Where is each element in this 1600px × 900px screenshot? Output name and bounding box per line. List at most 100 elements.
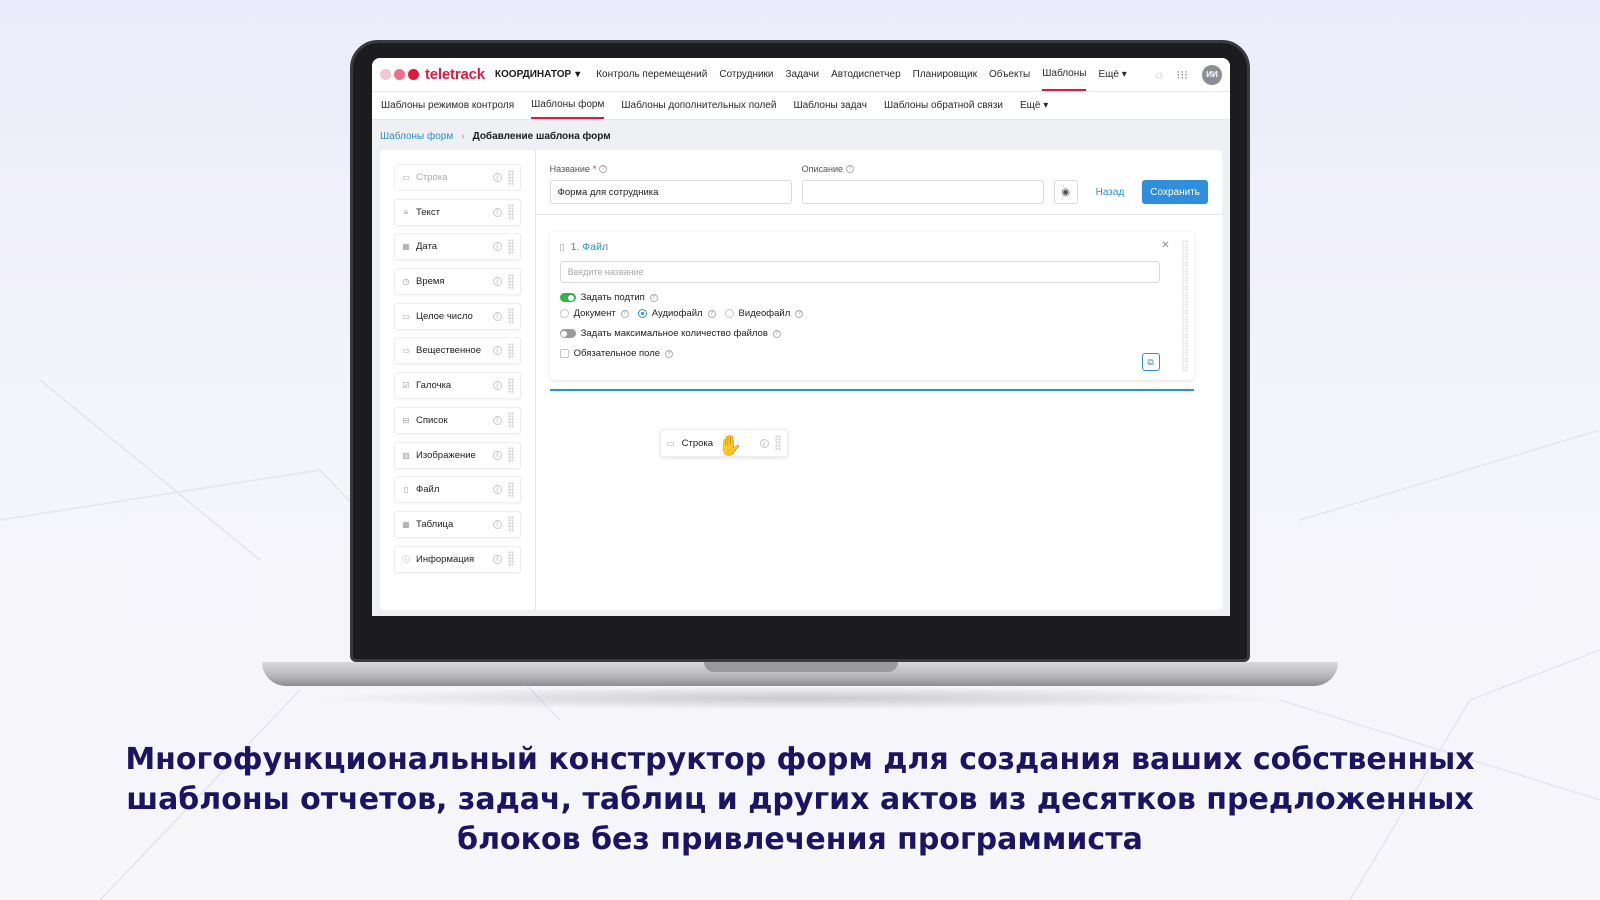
coordinator-dropdown[interactable]: КООРДИНАТОР ▾	[495, 69, 580, 80]
nav-item[interactable]: Планировщик	[913, 58, 977, 91]
decimal-icon: ▭	[402, 346, 410, 356]
nav-item[interactable]: Контроль перемещений	[596, 58, 707, 91]
text-icon: ≡	[403, 207, 409, 217]
drag-handle-icon[interactable]	[507, 308, 514, 325]
subtype-toggle[interactable]	[559, 293, 576, 302]
palette-item-file[interactable]: ▯ Файл i	[394, 476, 521, 504]
drop-indicator	[549, 389, 1194, 391]
breadcrumb: Шаблоны форм › Добавление шаблона форм	[372, 120, 1230, 153]
drag-handle-icon[interactable]	[507, 412, 514, 429]
palette-item-decimal[interactable]: ▭ Вещественное i	[394, 337, 521, 365]
drag-handle-icon[interactable]	[507, 204, 514, 221]
palette-item-time[interactable]: ◷ Время i	[394, 268, 521, 296]
radio-audio[interactable]	[637, 309, 647, 318]
drag-handle-icon[interactable]	[507, 481, 514, 498]
block-palette: ▭ Строка i ≡ Текст i ▦ Дата i ◷ Время i …	[380, 150, 536, 610]
description-input[interactable]	[801, 180, 1044, 204]
help-icon[interactable]: ?	[620, 309, 629, 318]
name-label: Название * ?	[550, 164, 792, 174]
drag-handle-icon[interactable]	[1181, 240, 1188, 372]
palette-item-image[interactable]: ▨ Изображение i	[394, 441, 521, 469]
subnav-item[interactable]: Шаблоны дополнительных полей	[621, 92, 776, 119]
required-checkbox[interactable]	[559, 349, 569, 358]
help-icon[interactable]: ?	[665, 349, 674, 358]
image-icon: ▨	[402, 450, 410, 460]
description-field-group: Описание ?	[801, 164, 1044, 204]
brand-logo[interactable]: teletrack	[380, 66, 485, 83]
help-icon[interactable]: ?	[707, 309, 716, 318]
info-icon[interactable]: i	[492, 311, 502, 321]
max-files-toggle[interactable]	[559, 329, 576, 338]
nav-item[interactable]: Сотрудники	[719, 58, 773, 91]
drag-handle-icon[interactable]	[507, 551, 514, 568]
avatar[interactable]: ИИ	[1202, 64, 1222, 85]
info-icon[interactable]: i	[492, 485, 502, 495]
palette-item-checkbox[interactable]: ☑ Галочка i	[394, 372, 521, 400]
drag-handle-icon[interactable]	[507, 516, 514, 533]
info-icon[interactable]: i	[492, 277, 502, 287]
drag-handle-icon[interactable]	[507, 342, 514, 359]
drag-handle-icon[interactable]	[774, 435, 781, 451]
file-title-input[interactable]: Введите название	[559, 261, 1160, 283]
subnav-item-active[interactable]: Шаблоны форм	[531, 92, 605, 119]
radio-video[interactable]	[724, 309, 734, 318]
name-input[interactable]: Форма для сотрудника	[549, 180, 792, 204]
drag-handle-icon[interactable]	[507, 377, 514, 394]
nav-item[interactable]: Автодиспетчер	[831, 58, 901, 91]
info-icon[interactable]: i	[492, 173, 502, 182]
info-icon[interactable]: i	[492, 381, 502, 391]
palette-item-text[interactable]: ≡ Текст i	[394, 198, 521, 226]
back-button[interactable]: Назад	[1088, 180, 1133, 204]
info-icon[interactable]: i	[492, 346, 502, 356]
nav-item[interactable]: Задачи	[786, 58, 820, 91]
nav-item-active[interactable]: Шаблоны	[1042, 58, 1087, 91]
help-icon[interactable]: ?	[599, 165, 608, 173]
info-icon[interactable]: i	[492, 415, 502, 425]
info-icon[interactable]: i	[759, 438, 769, 448]
nav-item-more[interactable]: Ещё ▾	[1098, 58, 1126, 91]
radio-document[interactable]	[559, 309, 569, 318]
palette-item-table[interactable]: ▦ Таблица i	[394, 510, 521, 538]
drag-handle-icon[interactable]	[507, 238, 514, 255]
help-icon[interactable]: ?	[649, 293, 658, 302]
top-bar: teletrack КООРДИНАТОР ▾ Контроль перемещ…	[372, 58, 1230, 92]
chat-icon[interactable]: ◌	[1155, 68, 1162, 82]
max-files-row: Задать максимальное количество файлов ?	[559, 328, 1184, 339]
save-button[interactable]: Сохранить	[1142, 180, 1208, 204]
palette-item-integer[interactable]: ▭ Целое число i	[394, 302, 521, 330]
copy-button[interactable]: ⧉	[1141, 353, 1160, 371]
breadcrumb-link[interactable]: Шаблоны форм	[380, 131, 453, 142]
info-icon[interactable]: i	[492, 242, 502, 252]
subnav-item[interactable]: Шаблоны режимов контроля	[381, 92, 514, 119]
help-icon[interactable]: ?	[772, 329, 781, 338]
help-icon[interactable]: ?	[795, 309, 804, 318]
palette-item-information[interactable]: ⓘ Информация i	[394, 545, 521, 573]
nav-item[interactable]: Объекты	[989, 58, 1030, 91]
app-screen: teletrack КООРДИНАТОР ▾ Контроль перемещ…	[372, 58, 1230, 616]
form-header-fields: Название * ? Форма для сотрудника Описан…	[549, 164, 1208, 204]
info-icon[interactable]: i	[492, 519, 502, 529]
help-icon[interactable]: ?	[846, 165, 855, 173]
drag-handle-icon[interactable]	[507, 273, 514, 290]
palette-item-string[interactable]: ▭ Строка i	[394, 164, 521, 191]
palette-item-date[interactable]: ▦ Дата i	[394, 233, 521, 261]
info-icon[interactable]: i	[492, 207, 502, 217]
brand-name: teletrack	[425, 66, 485, 83]
close-icon[interactable]: ✕	[1161, 240, 1169, 251]
drag-handle-icon[interactable]	[507, 169, 514, 186]
integer-icon: ▭	[402, 311, 410, 321]
form-builder-card: ▭ Строка i ≡ Текст i ▦ Дата i ◷ Время i …	[380, 150, 1222, 610]
subnav-item-more[interactable]: Ещё ▾	[1020, 92, 1048, 119]
info-icon: ⓘ	[402, 554, 410, 564]
grab-hand-cursor-icon: ✋	[717, 435, 743, 457]
apps-grid-icon[interactable]: ⁝⁝⁝	[1177, 68, 1188, 82]
preview-button[interactable]: ◉	[1053, 180, 1078, 204]
info-icon[interactable]: i	[492, 450, 502, 460]
divider	[535, 214, 1222, 215]
subnav-item[interactable]: Шаблоны задач	[793, 92, 867, 119]
file-field-block[interactable]: ▯ 1. Файл ✕ Введите название Задать подт…	[549, 232, 1194, 380]
subnav-item[interactable]: Шаблоны обратной связи	[884, 92, 1003, 119]
drag-handle-icon[interactable]	[507, 447, 514, 463]
info-icon[interactable]: i	[492, 554, 502, 564]
palette-item-list[interactable]: ⊟ Список i	[394, 406, 521, 434]
